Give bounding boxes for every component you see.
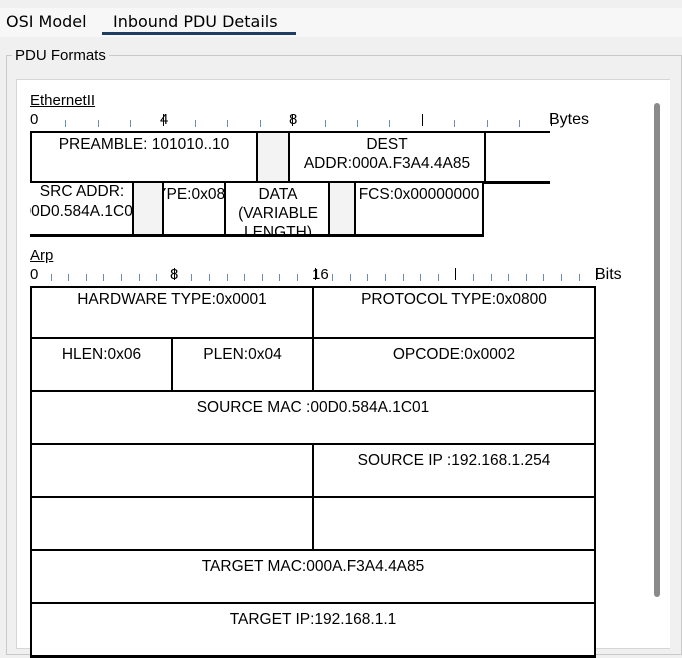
- hardware-type-field: HARDWARE TYPE:0x0001: [30, 286, 314, 340]
- ruler-tick: [455, 268, 457, 280]
- source-ip-field: SOURCE IP :192.168.1.254: [312, 445, 596, 499]
- ruler-tick: [156, 274, 158, 281]
- ruler-tick: [103, 274, 105, 281]
- ruler-tick: [297, 274, 298, 281]
- target-mac-start: [312, 498, 596, 552]
- ruler-tick: [437, 274, 439, 281]
- ruler-tick: [490, 274, 492, 281]
- scrollbar-thumb[interactable]: [654, 103, 660, 597]
- ruler-tick: [357, 120, 358, 127]
- data-label: DATA (VARIABLE LENGTH): [238, 186, 318, 237]
- ruler-tick: [65, 120, 67, 127]
- preamble-label: PREAMBLE: 101010..10: [58, 136, 230, 153]
- ruler-tick: [209, 274, 210, 281]
- ruler-tick: [162, 114, 164, 126]
- ruler-tick: [508, 274, 510, 281]
- pdu-formats-title: PDU Formats: [12, 46, 109, 66]
- data-padding: [328, 183, 356, 237]
- ruler-tick: [279, 274, 281, 281]
- ruler-tick: [195, 120, 196, 127]
- ruler-tick: [85, 274, 87, 281]
- fcs-label: FCS:0x00000000: [358, 186, 480, 203]
- ruler-tick: [130, 120, 132, 127]
- ruler-tick: [173, 268, 175, 280]
- hlen-label: HLEN:0x06: [61, 346, 142, 363]
- ruler-tick: [420, 274, 422, 281]
- src-addr-label: SRC ADDR: 00D0.584A.1C01: [30, 183, 133, 220]
- plen-label: PLEN:0x04: [203, 346, 282, 363]
- ruler-tick: [324, 120, 326, 127]
- ruler-tick: [292, 114, 294, 126]
- ruler-tick: [454, 120, 456, 127]
- target-mac-field: TARGET MAC:000A.F3A4.4A85: [30, 551, 596, 605]
- ruler-unit-bytes: Bytes: [549, 111, 590, 128]
- ruler-tick: [389, 120, 391, 127]
- opcode-field: OPCODE:0x0002: [312, 339, 596, 393]
- ruler-tick: [259, 120, 261, 127]
- dest-addr-field: DEST ADDR:000A.F3A4.4A85: [288, 131, 486, 184]
- ruler-tick: [519, 120, 520, 127]
- ruler-tick: [227, 120, 229, 127]
- ruler-tick: [421, 114, 423, 126]
- type-field: TYPE:0x0806: [162, 183, 226, 237]
- source-mac-label: SOURCE MAC :00D0.584A.1C01: [196, 399, 430, 416]
- protocol-type-field: PROTOCOL TYPE:0x0800: [312, 286, 596, 340]
- type-label: TYPE:0x0806: [164, 186, 226, 203]
- start-frame-field: [256, 131, 290, 184]
- target-ip-label: TARGET IP:192.168.1.1: [229, 611, 397, 628]
- opcode-label: OPCODE:0x0002: [392, 346, 516, 363]
- tab-osi-model[interactable]: OSI Model: [0, 11, 93, 35]
- ruler-tick: [473, 274, 474, 281]
- preamble-field: PREAMBLE: 101010..10: [30, 131, 258, 184]
- ruler-tick: [138, 274, 140, 281]
- ruler-unit-bits: Bits: [595, 266, 622, 283]
- ruler-tick: [97, 120, 99, 127]
- ruler-tick: [596, 268, 598, 280]
- source-ip-label: SOURCE IP :192.168.1.254: [357, 452, 551, 469]
- hardware-type-label: HARDWARE TYPE:0x0001: [77, 291, 267, 308]
- ruler-tick: [121, 274, 122, 281]
- src-addr-field-end: SRC ADDR: 00D0.584A.1C01: [30, 183, 134, 237]
- ruler-tick: [50, 274, 52, 281]
- ruler-tick: [314, 268, 316, 280]
- ruler-tick: [349, 274, 351, 281]
- arp-section-title: Arp: [30, 247, 54, 264]
- source-mac-continuation: [30, 445, 314, 499]
- ruler-tick: [551, 114, 553, 126]
- ruler-tick: [244, 274, 246, 281]
- source-ip-continuation: [30, 498, 314, 552]
- ruler-tick: [367, 274, 369, 281]
- ruler-tick: [525, 274, 527, 281]
- dest-addr-label: DEST ADDR:000A.F3A4.4A85: [303, 136, 471, 172]
- ruler-label: 4: [160, 111, 169, 128]
- hlen-field: HLEN:0x06: [30, 339, 173, 393]
- fcs-field: FCS:0x00000000: [354, 183, 484, 237]
- src-addr-field-start: [484, 131, 550, 184]
- ruler-label: 0: [30, 111, 39, 128]
- source-mac-field: SOURCE MAC :00D0.584A.1C01: [30, 392, 596, 446]
- src-addr-padding: [132, 183, 164, 237]
- ethernet-section-title: EthernetII: [30, 92, 96, 109]
- ruler-tick: [402, 274, 404, 281]
- ruler-label: 0: [30, 266, 39, 283]
- ruler-tick: [332, 274, 334, 281]
- ruler-tick: [226, 274, 228, 281]
- ruler-tick: [68, 274, 70, 281]
- protocol-type-label: PROTOCOL TYPE:0x0800: [361, 291, 547, 308]
- ruler-tick: [578, 274, 580, 281]
- ruler-tick: [561, 274, 562, 281]
- plen-field: PLEN:0x04: [171, 339, 314, 393]
- ruler-tick: [543, 274, 545, 281]
- ruler-tick: [486, 120, 488, 127]
- target-mac-label: TARGET MAC:000A.F3A4.4A85: [201, 558, 425, 575]
- ruler-tick: [385, 274, 386, 281]
- target-ip-field: TARGET IP:192.168.1.1: [30, 604, 596, 658]
- data-field: DATA (VARIABLE LENGTH): [224, 183, 330, 237]
- tab-inbound-pdu-details[interactable]: Inbound PDU Details: [102, 11, 296, 35]
- ruler-tick: [261, 274, 263, 281]
- ruler-tick: [191, 274, 193, 281]
